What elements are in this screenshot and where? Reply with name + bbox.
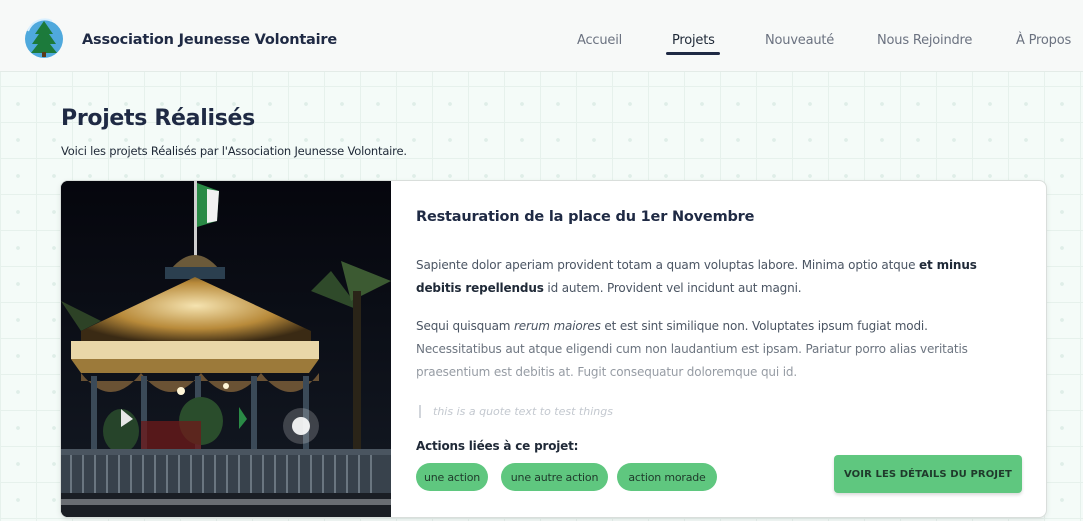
page-subtitle: Voici les projets Réalisés par l'Associa…	[61, 144, 407, 158]
action-chip[interactable]: action morade	[617, 463, 717, 491]
view-project-details-button[interactable]: Voir les détails du projet	[834, 455, 1022, 493]
nav-nouveaute[interactable]: Nouveauté	[765, 33, 834, 48]
nav-nous-rejoindre[interactable]: Nous Rejoindre	[877, 33, 972, 48]
actions-label: Actions liées à ce projet:	[416, 439, 579, 453]
navbar: Association Jeunesse Volontaire Accueil …	[0, 0, 1083, 72]
nav-accueil[interactable]: Accueil	[577, 33, 622, 48]
action-chip[interactable]: une autre action	[501, 463, 608, 491]
project-paragraph-1: Sapiente dolor aperiam provident totam a…	[416, 258, 977, 295]
nav-a-propos[interactable]: À Propos	[1016, 33, 1071, 48]
nav-projets[interactable]: Projets	[672, 33, 715, 48]
project-image	[61, 181, 391, 517]
tree-logo-icon[interactable]	[22, 17, 66, 61]
brand-name[interactable]: Association Jeunesse Volontaire	[82, 32, 337, 48]
project-card: Restauration de la place du 1er Novembre…	[60, 180, 1047, 518]
project-title: Restauration de la place du 1er Novembre	[416, 209, 755, 225]
project-quote: this is a quote text to test things	[419, 405, 613, 418]
page-title: Projets Réalisés	[61, 106, 255, 131]
active-nav-indicator	[666, 52, 720, 55]
action-chip[interactable]: une action	[416, 463, 488, 491]
